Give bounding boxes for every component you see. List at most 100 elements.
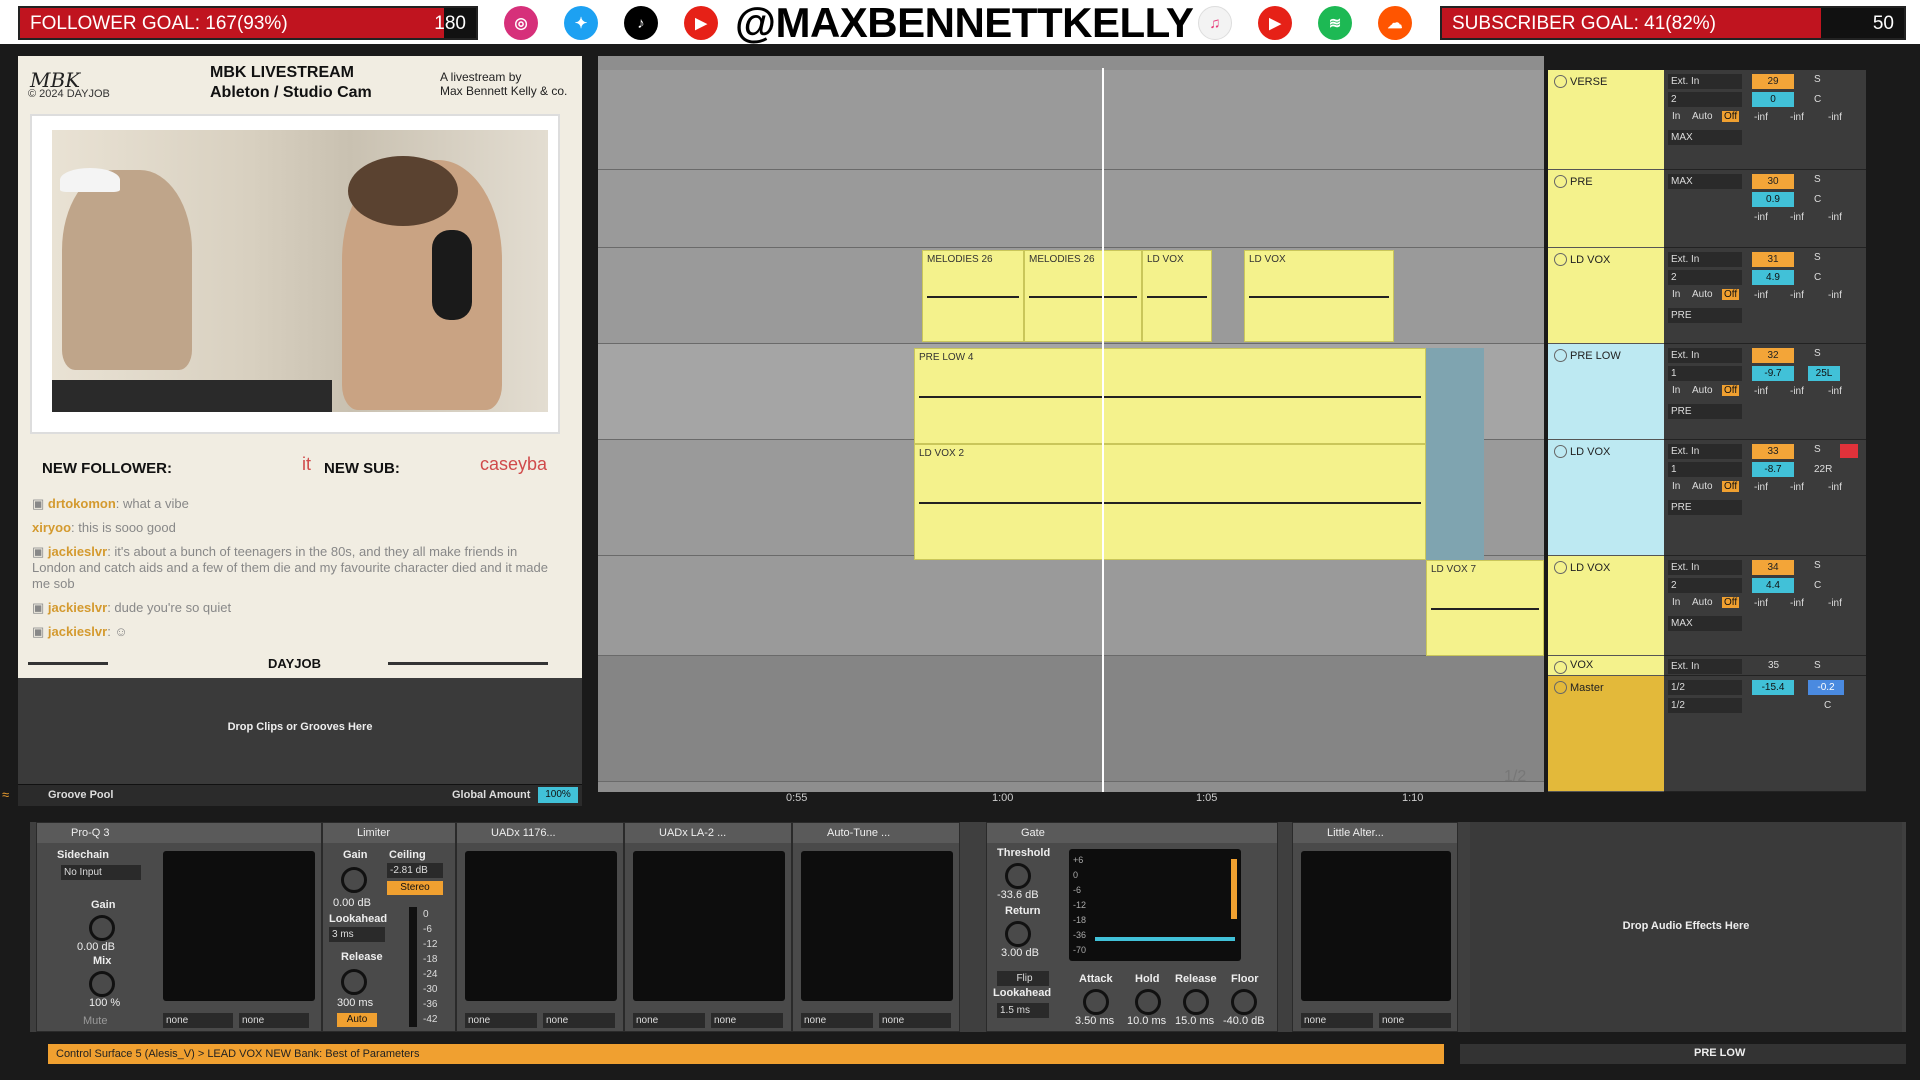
device-limiter[interactable]: Limiter Gain 0.00 dB Ceiling -2.81 dB St… [322,822,456,1032]
input-channel[interactable]: 1 [1668,462,1742,477]
track-number[interactable]: 29 [1752,74,1794,89]
output-routing[interactable]: MAX [1668,616,1742,631]
monitor-in[interactable]: In [1672,289,1680,300]
solo-button[interactable]: S [1814,252,1821,263]
track-header-vox[interactable]: VOX [1548,656,1664,676]
monitor-in[interactable]: In [1672,481,1680,492]
solo-button[interactable]: S [1814,348,1821,359]
device-proq3[interactable]: Pro-Q 3 Sidechain No Input Gain 0.00 dB … [36,822,322,1032]
volume-value[interactable]: 4.4 [1752,578,1794,593]
device-uad-la2[interactable]: UADx LA-2 ... none none [624,822,792,1032]
none-select[interactable]: none [239,1013,309,1028]
device-gate[interactable]: Gate Threshold -33.6 dB Return 3.00 dB F… [986,822,1278,1032]
record-arm-button[interactable] [1840,444,1858,458]
track-number[interactable]: 33 [1752,444,1794,459]
plugin-display[interactable] [633,851,785,1001]
gate-lookahead-select[interactable]: 1.5 ms [997,1003,1049,1018]
eq-display[interactable] [163,851,315,1001]
none-select[interactable]: none [465,1013,537,1028]
volume-value[interactable]: 0 [1752,92,1794,107]
pan-value[interactable]: C [1814,272,1821,283]
flip-toggle[interactable]: Flip [997,971,1049,986]
threshold-line[interactable] [1095,937,1235,941]
mix-knob[interactable] [89,971,115,997]
ceiling-value[interactable]: -2.81 dB [387,863,443,878]
input-type[interactable]: Ext. In [1668,252,1742,267]
audio-clip[interactable]: LD VOX [1244,250,1394,342]
release-knob[interactable] [341,969,367,995]
pan-value[interactable]: C [1814,94,1821,105]
none-select[interactable]: none [163,1013,233,1028]
audio-clip[interactable]: MELODIES 26 [922,250,1024,342]
twitter-icon[interactable]: ✦ [564,6,598,40]
plugin-display[interactable] [801,851,953,1001]
track-number[interactable]: 32 [1752,348,1794,363]
none-select[interactable]: none [801,1013,873,1028]
monitor-in[interactable]: In [1672,385,1680,396]
input-channel[interactable]: 2 [1668,92,1742,107]
plugin-display[interactable] [1301,851,1451,1001]
monitor-auto[interactable]: Auto [1692,597,1713,608]
audio-clip[interactable]: LD VOX [1142,250,1212,342]
volume-value[interactable]: -9.7 [1752,366,1794,381]
solo-button[interactable]: S [1814,660,1821,671]
floor-knob[interactable] [1231,989,1257,1015]
track-lane[interactable] [598,70,1544,170]
track-number[interactable]: 35 [1768,660,1779,671]
track-header-ld-vox[interactable]: LD VOX [1548,556,1664,656]
solo-button[interactable]: S [1814,444,1821,455]
monitor-off[interactable]: Off [1722,481,1740,492]
track-number[interactable]: 30 [1752,174,1794,189]
monitor-off[interactable]: Off [1722,597,1740,608]
master-input[interactable]: 1/2 [1668,680,1742,695]
input-channel[interactable]: 2 [1668,578,1742,593]
monitor-off[interactable]: Off [1722,289,1740,300]
none-select[interactable]: none [711,1013,783,1028]
pan-value[interactable]: 22R [1814,464,1832,475]
apple-music-icon[interactable]: ♫ [1198,6,1232,40]
monitor-off[interactable]: Off [1722,111,1740,122]
volume-value[interactable]: 4.9 [1752,270,1794,285]
limiter-gain-knob[interactable] [341,867,367,893]
input-type[interactable]: Ext. In [1668,659,1742,674]
plugin-display[interactable] [465,851,617,1001]
input-channel[interactable]: 1 [1668,366,1742,381]
youtube-music-icon[interactable]: ▶ [1258,6,1292,40]
audio-clip[interactable]: LD VOX 2 [914,444,1426,560]
sidechain-input[interactable]: No Input [61,865,141,880]
none-select[interactable]: none [1379,1013,1451,1028]
youtube-icon[interactable]: ▶ [684,6,718,40]
solo-button[interactable]: S [1814,560,1821,571]
solo-button[interactable]: S [1814,174,1821,185]
track-lane[interactable] [598,556,1544,656]
device-little-alter-boy[interactable]: Little Alter... none none [1292,822,1458,1032]
output-routing[interactable]: MAX [1668,130,1742,145]
input-channel[interactable]: 2 [1668,270,1742,285]
output-routing[interactable]: PRE [1668,308,1742,323]
device-uad-1176[interactable]: UADx 1176... none none [456,822,624,1032]
attack-knob[interactable] [1083,989,1109,1015]
global-amount-value[interactable]: 100% [538,787,578,803]
monitor-in[interactable]: In [1672,111,1680,122]
input-type[interactable]: Ext. In [1668,74,1742,89]
return-knob[interactable] [1005,921,1031,947]
solo-button[interactable]: S [1814,74,1821,85]
audio-clip[interactable]: PRE LOW 4 [914,348,1426,444]
track-header-ld-vox[interactable]: LD VOX [1548,248,1664,344]
master-output[interactable]: 1/2 [1668,698,1742,713]
track-header-pre[interactable]: PRE [1548,170,1664,248]
track-number[interactable]: 34 [1752,560,1794,575]
output-routing[interactable]: PRE [1668,404,1742,419]
playhead[interactable] [1102,68,1104,792]
volume-value[interactable]: -8.7 [1752,462,1794,477]
none-select[interactable]: none [879,1013,951,1028]
input-type[interactable]: MAX [1668,174,1742,189]
mute-button[interactable]: Mute [83,1015,107,1027]
input-type[interactable]: Ext. In [1668,444,1742,459]
monitor-auto[interactable]: Auto [1692,481,1713,492]
instagram-icon[interactable]: ◎ [504,6,538,40]
track-header-pre-low[interactable]: PRE LOW [1548,344,1664,440]
arrangement-view[interactable]: MELODIES 26 MELODIES 26 LD VOX LD VOX PR… [598,56,1544,792]
auto-toggle[interactable]: Auto [337,1013,377,1027]
master-pan[interactable]: C [1824,700,1831,711]
